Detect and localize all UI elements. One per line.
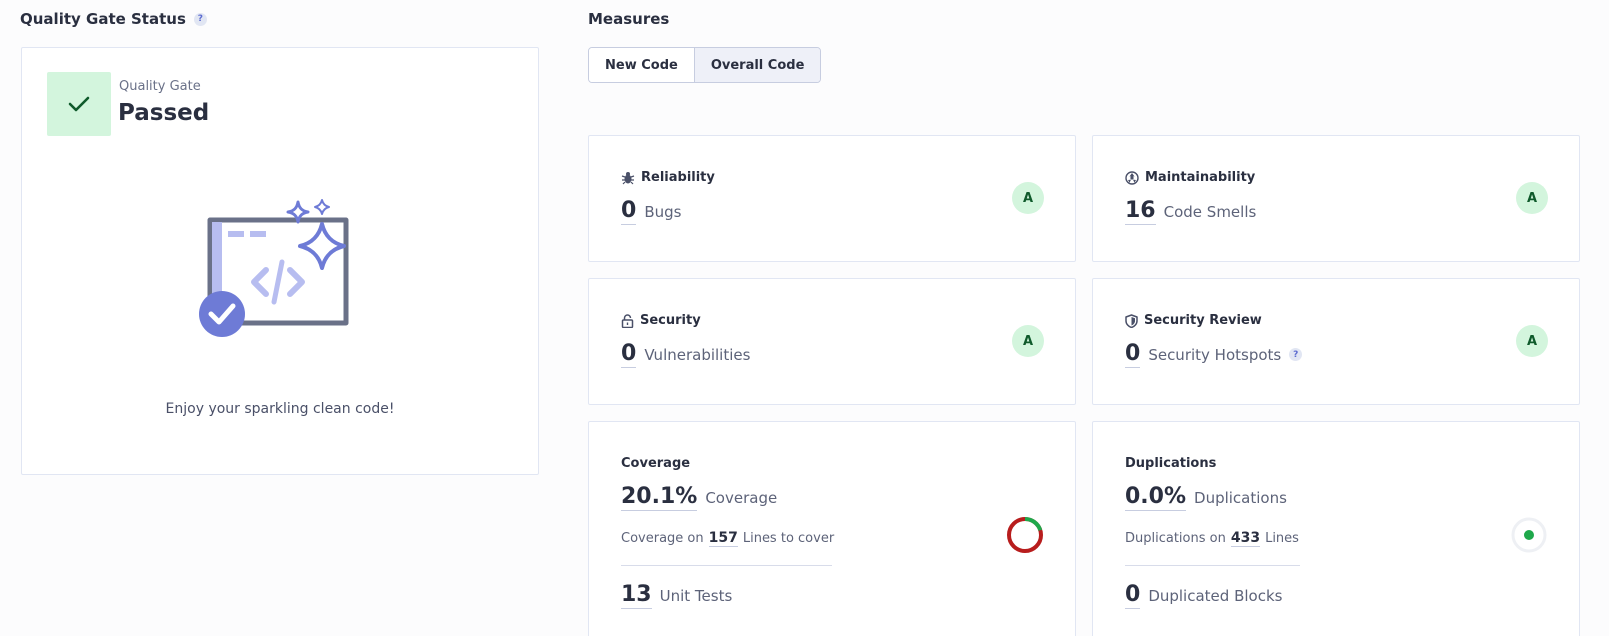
reliability-card: Reliability 0 Bugs A <box>588 135 1076 262</box>
shield-icon <box>1125 313 1138 328</box>
unit-tests-row: 13 Unit Tests <box>621 582 732 609</box>
security-hotspots-help-icon[interactable]: ? <box>1289 348 1303 361</box>
quality-gate-title: Quality Gate Status ? <box>20 10 207 28</box>
unit-tests-label: Unit Tests <box>659 587 733 605</box>
maintainability-icon <box>1125 170 1139 185</box>
reliability-header: Reliability <box>621 170 715 185</box>
security-review-card: Security Review 0 Security Hotspots ? A <box>1092 278 1580 405</box>
passed-badge <box>47 72 111 136</box>
duplication-indicator-icon[interactable] <box>1510 516 1548 554</box>
quality-gate-title-text: Quality Gate Status <box>20 10 186 28</box>
quality-gate-caption: Quality Gate <box>119 79 201 94</box>
duplicated-blocks-count[interactable]: 0 <box>1125 582 1141 609</box>
code-smells-row: 16 Code Smells <box>1125 198 1256 225</box>
lines-to-cover-prefix: Coverage on <box>621 531 704 546</box>
sparkling-code-illustration-icon <box>199 199 349 337</box>
bugs-label: Bugs <box>644 203 682 221</box>
vulnerabilities-label: Vulnerabilities <box>644 346 751 364</box>
duplications-row: 0.0% Duplications <box>1125 484 1287 511</box>
coverage-divider <box>621 565 832 566</box>
duplications-divider <box>1125 565 1300 566</box>
security-review-header: Security Review <box>1125 313 1262 328</box>
quality-gate-message: Enjoy your sparkling clean code! <box>165 401 395 417</box>
reliability-rating[interactable]: A <box>1012 182 1044 214</box>
security-title: Security <box>640 313 701 328</box>
bugs-row: 0 Bugs <box>621 198 681 225</box>
duplications-header: Duplications <box>1125 456 1217 471</box>
duplicated-lines-suffix: Lines <box>1265 531 1299 546</box>
code-smells-count[interactable]: 16 <box>1125 198 1156 225</box>
code-smells-label: Code Smells <box>1163 203 1257 221</box>
security-hotspots-count[interactable]: 0 <box>1125 341 1141 368</box>
security-hotspots-row: 0 Security Hotspots ? <box>1125 341 1303 368</box>
duplications-label: Duplications <box>1194 489 1287 507</box>
unit-tests-count[interactable]: 13 <box>621 582 652 609</box>
tab-overall-code[interactable]: Overall Code <box>693 48 821 82</box>
coverage-row: 20.1% Coverage <box>621 484 777 511</box>
duplicated-lines-row: Duplications on 433 Lines <box>1125 530 1299 547</box>
quality-gate-card: Quality Gate Passed Enjoy your sparkling… <box>21 47 539 475</box>
security-header: Security <box>621 313 701 328</box>
duplicated-lines-prefix: Duplications on <box>1125 531 1226 546</box>
security-hotspots-label: Security Hotspots <box>1148 346 1282 364</box>
coverage-percent[interactable]: 20.1% <box>621 484 698 511</box>
duplicated-lines-count[interactable]: 433 <box>1230 530 1261 547</box>
coverage-donut-icon[interactable] <box>1006 516 1044 554</box>
reliability-title: Reliability <box>641 170 715 185</box>
lines-to-cover-suffix: Lines to cover <box>742 531 835 546</box>
duplications-percent[interactable]: 0.0% <box>1125 484 1187 511</box>
vulnerabilities-count[interactable]: 0 <box>621 341 637 368</box>
security-review-title: Security Review <box>1144 313 1262 328</box>
security-rating[interactable]: A <box>1012 325 1044 357</box>
lock-icon <box>621 313 634 328</box>
maintainability-header: Maintainability <box>1125 170 1255 185</box>
security-review-rating[interactable]: A <box>1516 325 1548 357</box>
vulnerabilities-row: 0 Vulnerabilities <box>621 341 750 368</box>
coverage-label: Coverage <box>705 489 778 507</box>
duplicated-blocks-row: 0 Duplicated Blocks <box>1125 582 1282 609</box>
help-icon[interactable]: ? <box>193 12 207 26</box>
lines-to-cover-count[interactable]: 157 <box>708 530 738 547</box>
maintainability-rating[interactable]: A <box>1516 182 1548 214</box>
tab-new-code[interactable]: New Code <box>589 48 694 82</box>
quality-gate-status: Passed <box>118 100 210 126</box>
maintainability-card: Maintainability 16 Code Smells A <box>1092 135 1580 262</box>
lines-to-cover-row: Coverage on 157 Lines to cover <box>621 530 834 547</box>
bugs-count[interactable]: 0 <box>621 198 637 225</box>
coverage-card: Coverage 20.1% Coverage Coverage on 157 … <box>588 421 1076 636</box>
duplications-card: Duplications 0.0% Duplications Duplicati… <box>1092 421 1580 636</box>
bug-icon <box>621 171 635 184</box>
coverage-header: Coverage <box>621 456 691 471</box>
duplicated-blocks-label: Duplicated Blocks <box>1148 587 1283 605</box>
maintainability-title: Maintainability <box>1145 170 1256 185</box>
check-icon <box>68 96 90 112</box>
security-card: Security 0 Vulnerabilities A <box>588 278 1076 405</box>
measures-title: Measures <box>588 10 670 28</box>
code-period-toggle: New Code Overall Code <box>588 47 822 83</box>
